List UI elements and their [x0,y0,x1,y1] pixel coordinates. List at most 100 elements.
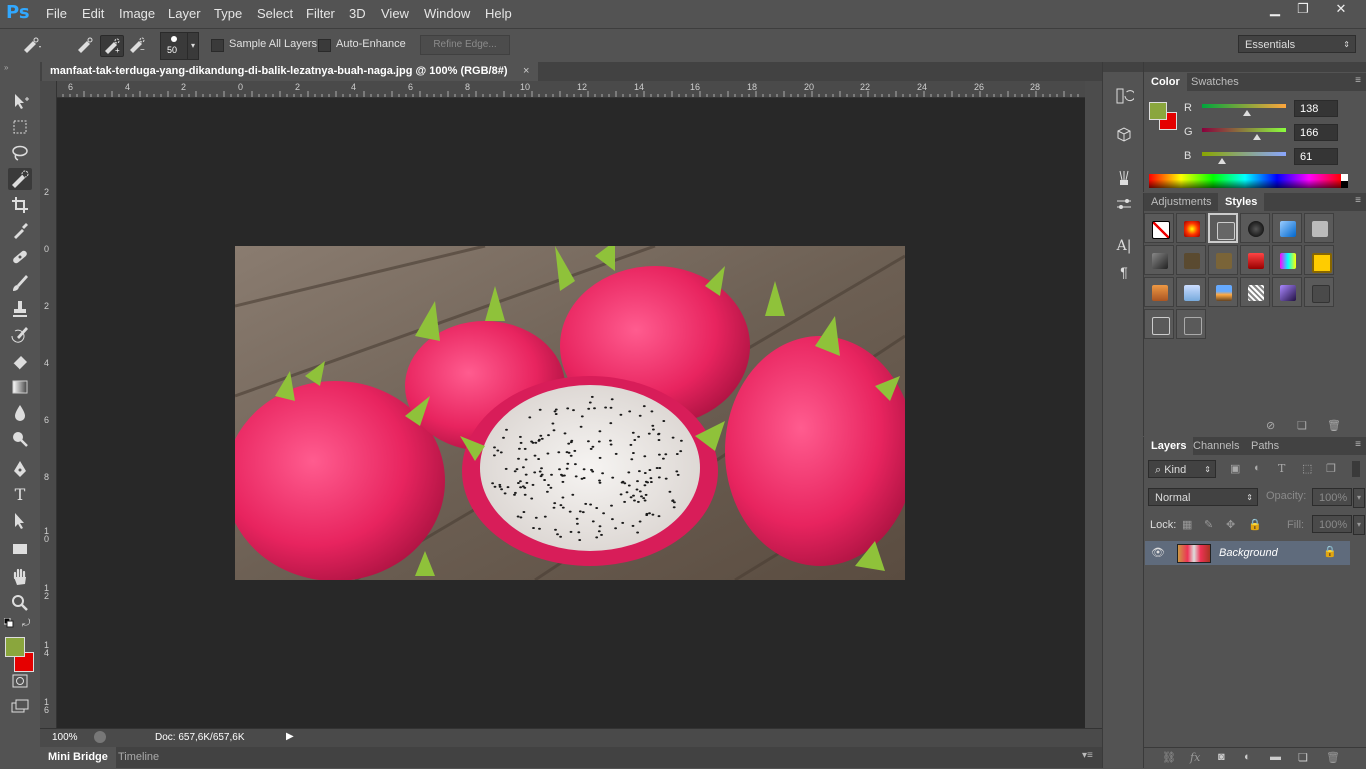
restore-button[interactable]: ❐ [1288,0,1318,18]
panel-menu-icon[interactable]: ≡ [1355,195,1361,206]
panel-menu-icon[interactable]: ≡ [1355,439,1361,450]
hand-tool-icon[interactable] [8,566,32,588]
healing-brush-tool-icon[interactable] [8,246,32,268]
zoom-level[interactable]: 100% [52,732,78,743]
character-panel-icon[interactable]: A| [1113,236,1135,256]
blue-track[interactable] [1202,152,1286,156]
style-swatch[interactable] [1272,277,1302,307]
ruler-origin[interactable] [40,81,57,98]
blur-tool-icon[interactable] [8,402,32,424]
new-adjustment-icon[interactable]: ◐ [1244,751,1251,763]
layer-name[interactable]: Background [1219,547,1278,559]
collapse-icon[interactable]: » [4,63,8,72]
dodge-tool-icon[interactable] [8,428,32,450]
brush-panel-icon[interactable] [1113,168,1135,188]
style-swatch[interactable] [1304,245,1334,275]
swap-colors-icon[interactable]: ⤾ [22,618,30,629]
fill-input[interactable]: 100% [1312,515,1352,533]
menu-window[interactable]: Window [424,6,470,21]
new-layer-icon[interactable]: ❏ [1298,751,1308,764]
sample-all-layers-checkbox[interactable] [211,39,224,52]
zoom-tool-icon[interactable] [8,592,32,614]
clone-stamp-tool-icon[interactable] [8,298,32,320]
tab-close-icon[interactable]: × [523,62,529,81]
tab-channels[interactable]: Channels [1186,437,1246,455]
black-swatch[interactable] [1341,181,1348,188]
quick-mask-icon[interactable] [8,670,32,692]
layer-style-icon[interactable]: fx [1190,751,1200,764]
brush-presets-icon[interactable] [1113,194,1135,214]
vertical-scrollbar[interactable] [1085,81,1102,728]
workspace-select[interactable]: Essentials ⇕ [1238,35,1356,53]
menu-filter[interactable]: Filter [306,6,335,21]
filter-kind-select[interactable]: ⌕ Kind ⇕ [1148,460,1216,478]
path-selection-tool-icon[interactable] [8,510,32,532]
blue-value-input[interactable]: 61 [1294,148,1338,165]
add-to-selection-icon[interactable]: + [100,35,124,57]
green-track[interactable] [1202,128,1286,132]
type-tool-icon[interactable]: T [8,484,32,506]
style-swatch[interactable] [1176,309,1206,339]
crop-tool-icon[interactable] [8,194,32,216]
tab-styles[interactable]: Styles [1218,193,1265,211]
blue-thumb[interactable] [1218,158,1227,164]
opacity-input[interactable]: 100% [1312,488,1352,506]
style-swatch[interactable] [1144,277,1174,307]
status-menu-icon[interactable]: ▶ [286,731,294,742]
menu-view[interactable]: View [381,6,409,21]
layer-row-background[interactable]: 👁 Background 🔒 [1145,541,1350,565]
blend-mode-select[interactable]: Normal ⇕ [1148,488,1258,506]
delete-layer-icon[interactable]: 🗑 [1326,751,1340,764]
minimize-button[interactable]: ▁ [1260,0,1290,18]
lock-position-icon[interactable]: ✥ [1226,518,1235,531]
style-swatch[interactable] [1304,277,1334,307]
clear-style-icon[interactable]: ⊘ [1266,419,1275,432]
tab-adjustments[interactable]: Adjustments [1144,193,1219,211]
tab-paths[interactable]: Paths [1244,437,1286,455]
style-swatch[interactable] [1240,213,1270,243]
tab-mini-bridge[interactable]: Mini Bridge [40,747,116,768]
style-swatch[interactable] [1208,213,1238,243]
lock-all-icon[interactable]: 🔒 [1248,518,1262,531]
green-thumb[interactable] [1252,134,1261,140]
panel-menu-icon[interactable]: ≡ [1355,75,1361,86]
new-style-icon[interactable]: ❏ [1297,419,1307,432]
link-layers-icon[interactable]: ⛓ [1162,751,1176,764]
eye-icon[interactable]: 👁 [1151,546,1165,559]
history-brush-tool-icon[interactable] [8,324,32,346]
screen-mode-icon[interactable] [8,696,32,718]
green-value-input[interactable]: 166 [1294,124,1338,141]
menu-file[interactable]: File [46,6,67,21]
auto-enhance-checkbox[interactable] [318,39,331,52]
style-swatch[interactable] [1208,277,1238,307]
style-swatch[interactable] [1272,245,1302,275]
filter-shape-icon[interactable]: ⬚ [1302,462,1312,475]
filter-toggle[interactable] [1352,461,1360,477]
rectangle-tool-icon[interactable] [8,538,32,560]
tab-swatches[interactable]: Swatches [1184,73,1246,91]
pen-tool-icon[interactable] [8,458,32,480]
style-swatch[interactable] [1176,213,1206,243]
brush-dropdown-icon[interactable]: ▾ [187,32,199,60]
style-swatch[interactable] [1176,245,1206,275]
brush-tool-icon[interactable] [8,272,32,294]
foreground-color-swatch[interactable] [5,637,25,657]
tab-color[interactable]: Color [1144,73,1187,91]
style-swatch[interactable] [1272,213,1302,243]
paragraph-panel-icon[interactable]: ¶ [1113,262,1135,282]
menu-select[interactable]: Select [257,6,293,21]
share-icon[interactable] [94,731,106,743]
filter-type-icon[interactable]: T [1278,462,1285,475]
eraser-tool-icon[interactable] [8,350,32,372]
style-swatch[interactable] [1208,245,1238,275]
menu-help[interactable]: Help [485,6,512,21]
subtract-from-selection-icon[interactable]: − [126,35,148,55]
filter-smart-object-icon[interactable]: ❐ [1326,462,1336,475]
close-button[interactable]: ✕ [1322,0,1360,18]
trash-icon[interactable]: 🗑 [1327,419,1341,432]
move-tool-icon[interactable] [8,90,32,112]
menu-3d[interactable]: 3D [349,6,366,21]
color-spectrum[interactable] [1149,174,1341,188]
menu-type[interactable]: Type [214,6,242,21]
default-colors-icon[interactable] [3,617,14,628]
